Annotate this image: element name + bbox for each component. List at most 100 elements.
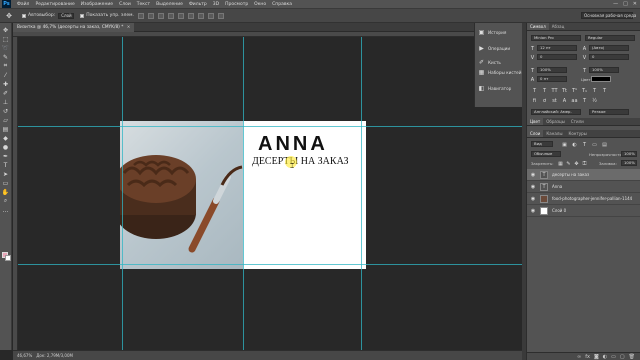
auto-select-dropdown[interactable]: Слой bbox=[58, 12, 75, 19]
faux-italic-icon[interactable]: T bbox=[541, 87, 548, 94]
layer-row[interactable]: ◉ T Anna bbox=[527, 181, 640, 193]
distribute-2-icon[interactable] bbox=[207, 12, 214, 19]
strikethrough-icon[interactable]: T bbox=[601, 87, 608, 94]
tab-swatches[interactable]: Образцы bbox=[543, 118, 568, 125]
small-caps-icon[interactable]: Tt bbox=[561, 87, 568, 94]
filter-adjust-icon[interactable]: ◐ bbox=[571, 141, 578, 148]
guide-vertical[interactable] bbox=[122, 37, 123, 350]
eraser-icon[interactable]: ▱ bbox=[2, 116, 10, 124]
panel-actions[interactable]: ▶ Операции bbox=[478, 45, 510, 52]
align-right-icon[interactable] bbox=[187, 12, 194, 19]
panel-history[interactable]: ▣ История bbox=[478, 29, 507, 36]
layer-row[interactable]: ◉ T десерты на заказ bbox=[527, 169, 640, 181]
type-icon[interactable]: T bbox=[2, 161, 10, 169]
tab-styles[interactable]: Стили bbox=[568, 118, 587, 125]
marquee-icon[interactable]: ⬚ bbox=[2, 35, 10, 43]
menu-view[interactable]: Просмотр bbox=[225, 2, 248, 7]
filter-type-icon[interactable]: T bbox=[581, 141, 588, 148]
menu-3d[interactable]: 3D bbox=[213, 2, 219, 7]
move-icon[interactable]: ✥ bbox=[2, 26, 10, 34]
panel-brush-presets[interactable]: ▦ Наборы кистей bbox=[478, 69, 522, 76]
panel-brush[interactable]: ✐ Кисть bbox=[478, 59, 501, 66]
layer-name[interactable]: food-photographer-jennifer-pallian-11442… bbox=[552, 196, 632, 201]
tab-character[interactable]: Символ bbox=[527, 23, 549, 30]
brand-title[interactable]: ANNA bbox=[258, 133, 328, 156]
eyedropper-icon[interactable]: ⁄ bbox=[2, 71, 10, 79]
link-layers-icon[interactable]: ∞ bbox=[577, 354, 581, 360]
zoom-icon[interactable]: ⌕ bbox=[2, 197, 10, 205]
history-brush-icon[interactable]: ↺ bbox=[2, 107, 10, 115]
pen-icon[interactable]: ✒ bbox=[2, 152, 10, 160]
panel-navigator[interactable]: ◧ Навигатор bbox=[478, 85, 512, 92]
menu-window[interactable]: Окно bbox=[254, 2, 266, 7]
stamp-icon[interactable]: ⊥ bbox=[2, 98, 10, 106]
font-style-select[interactable]: Regular bbox=[585, 35, 635, 41]
add-mask-icon[interactable]: ◙ bbox=[594, 354, 599, 360]
layer-row[interactable]: ◉ Слой 0 bbox=[527, 205, 640, 217]
align-center-icon[interactable] bbox=[177, 12, 184, 19]
guide-vertical[interactable] bbox=[361, 37, 362, 350]
baseline-field[interactable]: 0 пт bbox=[537, 76, 567, 82]
language-select[interactable]: Английский: Амер. bbox=[531, 109, 581, 115]
visibility-eye-icon[interactable]: ◉ bbox=[529, 172, 537, 178]
guide-horizontal[interactable] bbox=[18, 264, 522, 265]
menu-help[interactable]: Справка bbox=[272, 2, 292, 7]
maximize-icon[interactable]: □ bbox=[623, 1, 628, 7]
kerning-field[interactable]: 0 bbox=[537, 54, 577, 60]
visibility-eye-icon[interactable]: ◉ bbox=[529, 208, 537, 214]
distribute-icon[interactable] bbox=[197, 12, 204, 19]
alternates-icon[interactable]: A bbox=[561, 97, 568, 104]
guide-horizontal[interactable] bbox=[18, 126, 522, 127]
new-layer-icon[interactable]: ▢ bbox=[620, 354, 625, 360]
opacity-field[interactable]: 100% bbox=[621, 151, 637, 157]
filter-smart-icon[interactable]: ▤ bbox=[601, 141, 608, 148]
dodge-icon[interactable]: ● bbox=[2, 143, 10, 151]
close-tab-icon[interactable]: × bbox=[127, 25, 131, 30]
tab-layers[interactable]: Слои bbox=[527, 130, 544, 137]
superscript-icon[interactable]: T¹ bbox=[571, 87, 578, 94]
ordinals-icon[interactable]: T bbox=[581, 97, 588, 104]
move-tool-icon[interactable]: ✥ bbox=[2, 11, 16, 21]
menu-image[interactable]: Изображение bbox=[81, 2, 113, 7]
layer-style-icon[interactable]: fx bbox=[585, 354, 590, 360]
align-middle-icon[interactable] bbox=[147, 12, 154, 19]
ligature-icon[interactable]: ﬁ bbox=[531, 97, 538, 104]
lock-all-icon[interactable]: ⚿ bbox=[581, 160, 588, 167]
faux-bold-icon[interactable]: T bbox=[531, 87, 538, 94]
fill-field[interactable]: 100% bbox=[621, 160, 637, 166]
crop-icon[interactable]: ⌗ bbox=[2, 62, 10, 70]
mode-3d-icon[interactable] bbox=[217, 12, 224, 19]
align-top-icon[interactable] bbox=[137, 12, 144, 19]
close-icon[interactable]: ✕ bbox=[633, 1, 637, 7]
menu-layers[interactable]: Слои bbox=[119, 2, 131, 7]
vertical-scale-field[interactable]: 100% bbox=[537, 67, 567, 73]
subscript-icon[interactable]: T₁ bbox=[581, 87, 588, 94]
align-left-icon[interactable] bbox=[167, 12, 174, 19]
blur-icon[interactable]: ◆ bbox=[2, 134, 10, 142]
healing-icon[interactable]: ✚ bbox=[2, 80, 10, 88]
underline-icon[interactable]: T bbox=[591, 87, 598, 94]
document-size[interactable]: Док: 2,79М/3,00М bbox=[36, 353, 73, 358]
swash-icon[interactable]: st bbox=[551, 97, 558, 104]
canvas-area[interactable]: ANNA ДЕСЕРТЫ НА ЗАКАЗ ⌶ bbox=[18, 37, 522, 350]
horizontal-scale-field[interactable]: 100% bbox=[589, 67, 619, 73]
quick-select-icon[interactable]: ✎ bbox=[2, 53, 10, 61]
lock-paint-icon[interactable]: ✎ bbox=[565, 160, 572, 167]
leading-field[interactable]: (Авто) bbox=[589, 45, 629, 51]
fractions-icon[interactable]: ½ bbox=[591, 97, 598, 104]
antialias-select[interactable]: Резкое bbox=[589, 109, 629, 115]
visibility-eye-icon[interactable]: ◉ bbox=[529, 184, 537, 190]
tab-color[interactable]: Цвет bbox=[527, 118, 544, 125]
layer-row[interactable]: ◉ food-photographer-jennifer-pallian-114… bbox=[527, 193, 640, 205]
blend-mode-select[interactable]: Обычные bbox=[531, 151, 561, 157]
menu-file[interactable]: Файл bbox=[17, 2, 29, 7]
minimize-icon[interactable]: — bbox=[613, 1, 618, 7]
lock-pixels-icon[interactable]: ▦ bbox=[557, 160, 564, 167]
layer-name[interactable]: десерты на заказ bbox=[552, 172, 632, 177]
filter-shape-icon[interactable]: ▭ bbox=[591, 141, 598, 148]
font-size-field[interactable]: 12 пт bbox=[537, 45, 577, 51]
tracking-field[interactable]: 0 bbox=[589, 54, 629, 60]
lasso-icon[interactable]: ➰ bbox=[2, 44, 10, 52]
background-color-swatch[interactable] bbox=[5, 255, 11, 261]
align-bottom-icon[interactable] bbox=[157, 12, 164, 19]
